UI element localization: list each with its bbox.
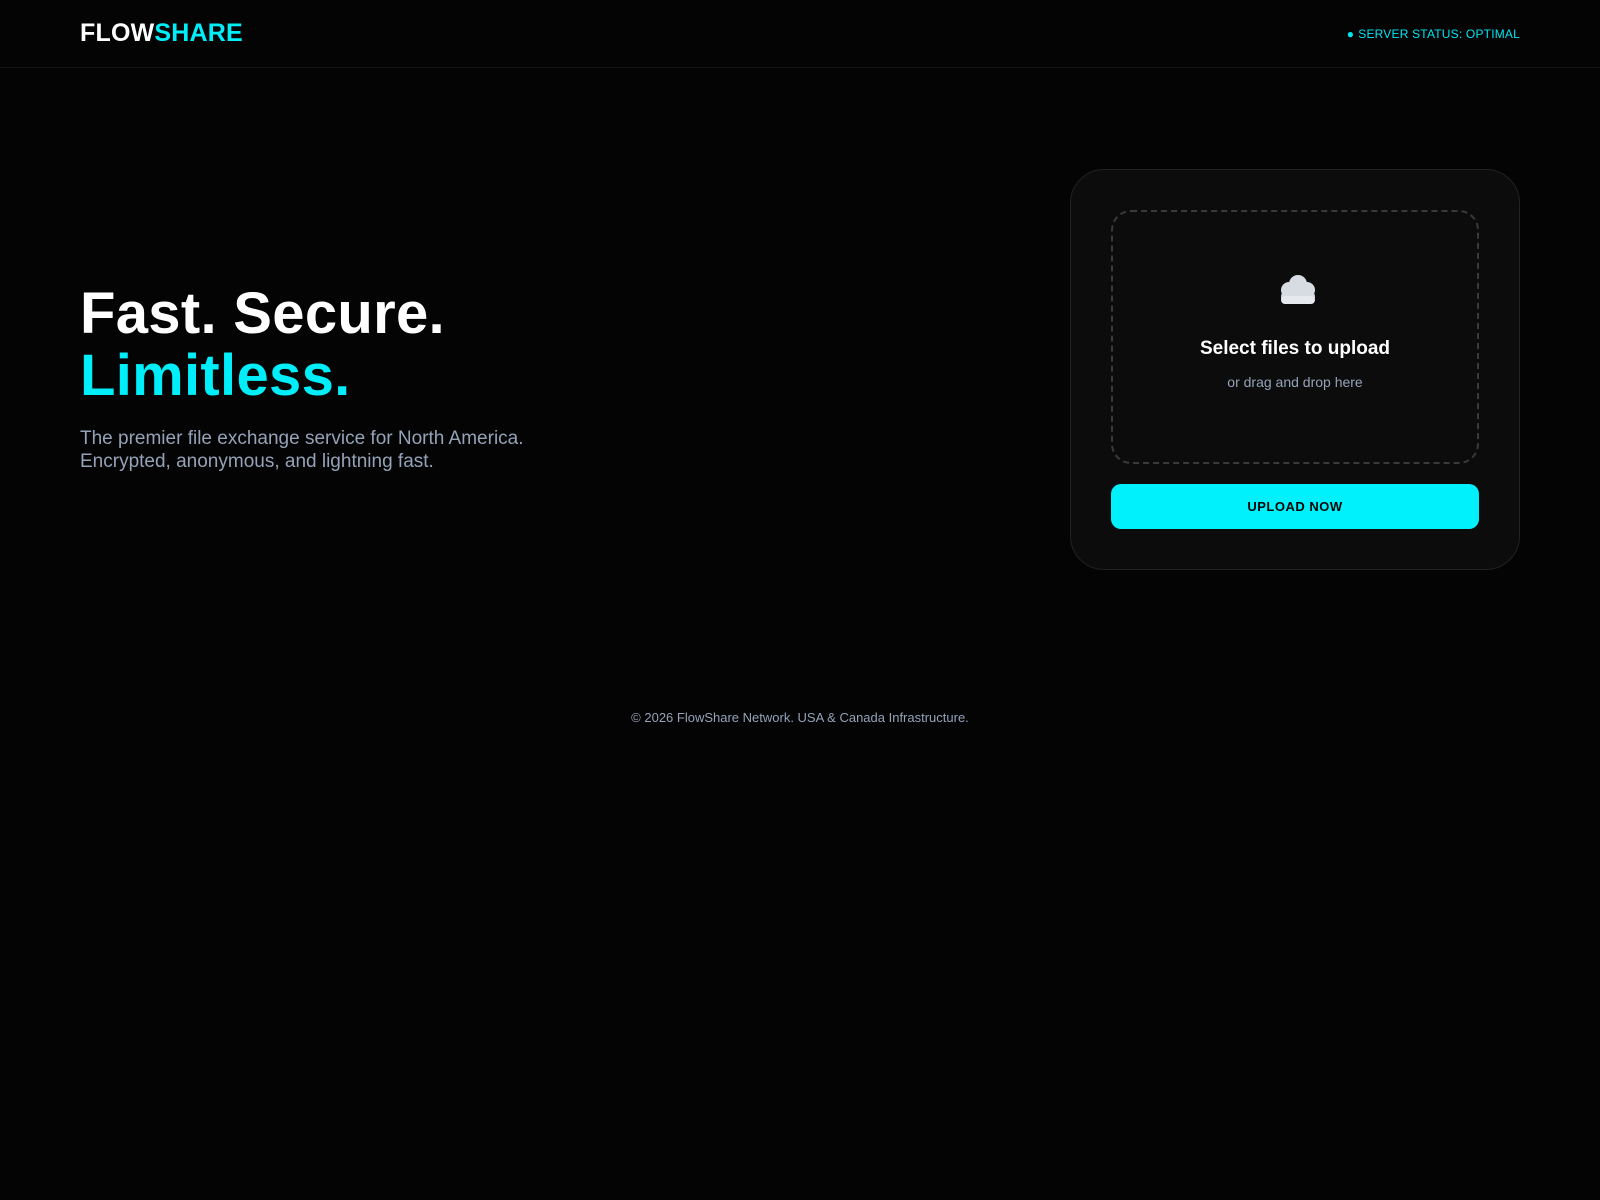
upload-card: Select files to upload or drag and drop … [1070,169,1520,570]
headline-line-1: Fast. Secure. [80,281,445,346]
upload-now-button[interactable]: UPLOAD NOW [1111,484,1479,529]
status-dot-icon: ● [1346,27,1355,41]
logo-part-flow: FLOW [80,19,155,47]
status-text: SERVER STATUS: OPTIMAL [1358,27,1520,41]
server-status: ● SERVER STATUS: OPTIMAL [1347,27,1520,41]
hero-section: Fast. Secure. Limitless. The premier fil… [80,283,780,473]
dropzone-title: Select files to upload [1199,338,1391,359]
headline-line-2: Limitless. [80,343,351,408]
dropzone-subtitle: or drag and drop here [1227,374,1363,390]
file-dropzone[interactable]: Select files to upload or drag and drop … [1111,210,1479,464]
footer-text: © 2026 FlowShare Network. USA & Canada I… [631,710,969,725]
logo-part-share: SHARE [154,19,243,47]
hero-subtitle: The premier file exchange service for No… [80,427,780,473]
logo[interactable]: FLOWSHARE [80,19,243,47]
hero-headline: Fast. Secure. Limitless. [80,283,780,407]
cloud-icon [1281,275,1315,304]
top-bar: FLOWSHARE ● SERVER STATUS: OPTIMAL [0,0,1600,68]
subtitle-line-2: Encrypted, anonymous, and lightning fast… [80,451,434,472]
subtitle-line-1: The premier file exchange service for No… [80,428,524,449]
